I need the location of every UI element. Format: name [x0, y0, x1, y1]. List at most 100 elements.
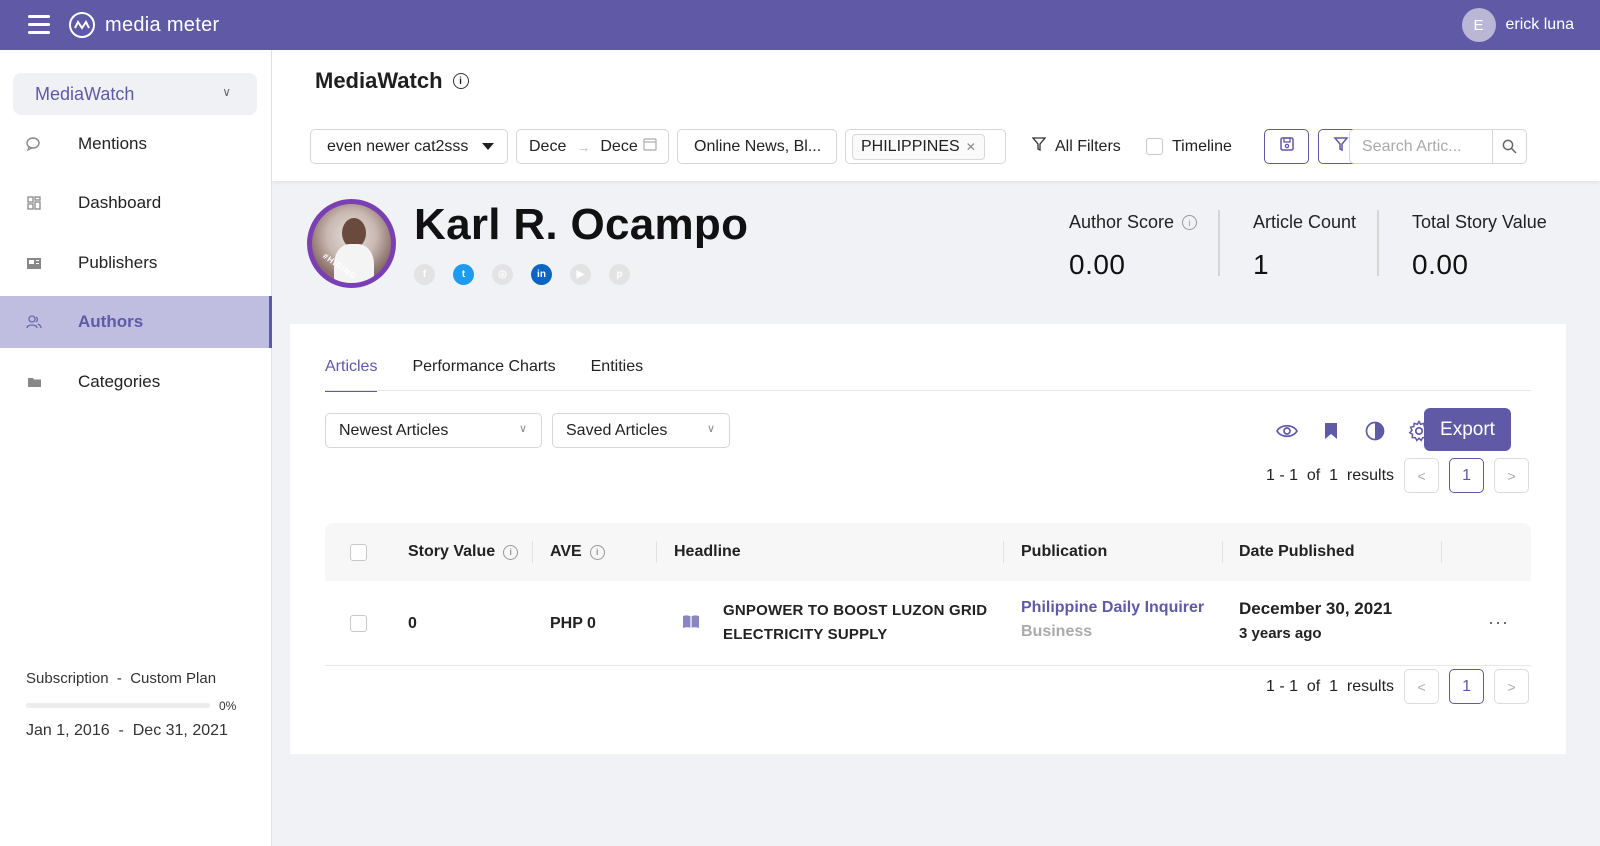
open-book-icon — [682, 614, 700, 633]
folder-icon — [25, 373, 43, 391]
media-type-dropdown[interactable]: Online News, Bl... — [677, 129, 837, 164]
column-ave[interactable]: AVE i — [550, 543, 605, 561]
sort-select[interactable]: Newest Articles ∨ — [325, 413, 542, 448]
next-page-button[interactable]: > — [1494, 669, 1530, 704]
dashboard-grid-icon — [25, 194, 43, 212]
headline-link[interactable]: GNPOWER TO BOOST LUZON GRID ELECTRICITY … — [723, 599, 993, 647]
column-date-published[interactable]: Date Published — [1239, 543, 1355, 561]
newspaper-icon — [25, 254, 43, 272]
pagination-bottom: 1 - 1 of 1 results < 1 > — [1266, 669, 1530, 704]
bookmark-icon[interactable] — [1319, 419, 1343, 443]
media-type-value: Online News, Bl... — [694, 137, 822, 155]
column-divider — [1441, 541, 1442, 563]
caret-down-icon — [482, 143, 495, 150]
column-divider — [1222, 541, 1223, 563]
user-menu[interactable]: E erick luna — [1461, 8, 1574, 42]
author-photo: #HIRING — [307, 199, 396, 288]
sidebar-item-authors[interactable]: Authors — [0, 296, 272, 348]
timeline-checkbox[interactable] — [1146, 138, 1163, 155]
youtube-icon[interactable]: ▶ — [570, 264, 591, 285]
tab-performance-charts[interactable]: Performance Charts — [412, 358, 555, 392]
sidebar-item-label: Mentions — [78, 134, 147, 153]
workspace-label: MediaWatch — [35, 83, 135, 104]
date-range-picker[interactable]: Dece → Dece — [516, 129, 669, 164]
timeline-toggle[interactable]: Timeline — [1146, 129, 1232, 164]
eye-icon[interactable] — [1275, 419, 1299, 443]
table-row[interactable]: 0 PHP 0 GNPOWER TO BOOST LUZON GRID ELEC… — [325, 581, 1531, 666]
pagination-top: 1 - 1 of 1 results < 1 > — [1266, 458, 1530, 493]
social-links: f t ◎ in ▶ p — [414, 264, 630, 285]
prev-page-button[interactable]: < — [1404, 669, 1440, 704]
column-divider — [1003, 541, 1004, 563]
column-divider — [532, 541, 533, 563]
column-label: AVE — [550, 543, 582, 560]
instagram-icon[interactable]: ◎ — [492, 264, 513, 285]
sidebar-item-publishers[interactable]: Publishers — [0, 237, 272, 289]
metric-label: Author Score — [1069, 212, 1175, 232]
sidebar-item-mentions[interactable]: Mentions — [0, 118, 272, 170]
author-name: Karl R. Ocampo — [414, 200, 749, 249]
sidebar-item-label: Publishers — [78, 253, 158, 272]
chevron-down-icon: ∨ — [222, 85, 231, 99]
column-label: Publication — [1021, 543, 1108, 560]
all-filters-button[interactable]: All Filters — [1031, 129, 1121, 164]
sidebar-item-label: Authors — [78, 312, 144, 331]
date-cell: December 30, 2021 3 years ago — [1239, 599, 1392, 642]
search-icon[interactable] — [1492, 130, 1526, 163]
saved-articles-select[interactable]: Saved Articles ∨ — [552, 413, 730, 448]
category-dropdown[interactable]: even newer cat2sss — [310, 129, 508, 164]
sidebar-item-dashboard[interactable]: Dashboard — [0, 177, 272, 229]
prev-page-button[interactable]: < — [1404, 458, 1440, 493]
column-story-value[interactable]: Story Value i — [408, 543, 519, 561]
contrast-icon[interactable] — [1363, 419, 1387, 443]
all-filters-label: All Filters — [1055, 137, 1121, 155]
page-number-button[interactable]: 1 — [1449, 458, 1485, 493]
metric-value: 0.00 — [1069, 249, 1126, 280]
tab-entities[interactable]: Entities — [591, 358, 643, 392]
column-publication[interactable]: Publication — [1021, 543, 1107, 561]
articles-card: Articles Performance Charts Entities New… — [290, 324, 1566, 754]
country-select[interactable]: PHILIPPINES ✕ — [845, 129, 1006, 164]
subscription-progress-bar — [26, 703, 210, 708]
linkedin-icon[interactable]: in — [531, 264, 552, 285]
info-icon[interactable]: i — [1182, 215, 1198, 230]
facebook-icon[interactable]: f — [414, 264, 435, 285]
filter-icon — [1031, 137, 1047, 156]
page-number-button[interactable]: 1 — [1449, 669, 1485, 704]
subscription-range: Jan 1, 2016 - Dec 31, 2021 — [26, 722, 228, 739]
column-divider — [656, 541, 657, 563]
twitter-icon[interactable]: t — [453, 264, 474, 285]
column-label: Date Published — [1239, 543, 1355, 560]
info-icon[interactable]: i — [503, 544, 519, 560]
next-page-button[interactable]: > — [1494, 458, 1530, 493]
more-options-icon[interactable]: ··· — [1488, 612, 1509, 633]
chat-bubbles-icon — [25, 135, 43, 153]
info-icon[interactable]: i — [452, 73, 469, 89]
article-search — [1349, 129, 1527, 164]
meter-logo-icon — [69, 12, 95, 38]
select-all-checkbox[interactable] — [350, 544, 367, 561]
saved-select-value: Saved Articles — [566, 421, 668, 439]
search-input[interactable] — [1350, 130, 1492, 163]
chevron-down-icon: ∨ — [518, 423, 527, 435]
info-icon[interactable]: i — [589, 544, 605, 560]
export-button[interactable]: Export — [1424, 408, 1511, 451]
column-headline[interactable]: Headline — [674, 543, 741, 561]
row-checkbox[interactable] — [350, 615, 367, 632]
brand-logo[interactable]: media meter — [69, 12, 219, 38]
sidebar: MediaWatch ∨ Mentions Dashboard Publishe… — [0, 50, 272, 846]
top-bar: media meter E erick luna — [0, 0, 1600, 50]
workspace-select[interactable]: MediaWatch ∨ — [13, 73, 257, 115]
headline-line: GNPOWER TO BOOST LUZON GRID — [723, 602, 988, 619]
tab-articles[interactable]: Articles — [325, 358, 378, 392]
close-icon[interactable]: ✕ — [966, 140, 976, 154]
ave-cell: PHP 0 — [550, 615, 596, 632]
save-filter-button[interactable] — [1264, 129, 1309, 164]
sidebar-item-categories[interactable]: Categories — [0, 356, 272, 408]
metric-divider — [1218, 210, 1220, 276]
pinterest-icon[interactable]: p — [609, 264, 630, 285]
menu-icon[interactable] — [28, 15, 50, 35]
sidebar-item-label: Dashboard — [78, 193, 162, 212]
table-header: Story Value i AVE i Headline Publication… — [325, 523, 1531, 581]
publication-link[interactable]: Philippine Daily Inquirer — [1021, 599, 1204, 617]
